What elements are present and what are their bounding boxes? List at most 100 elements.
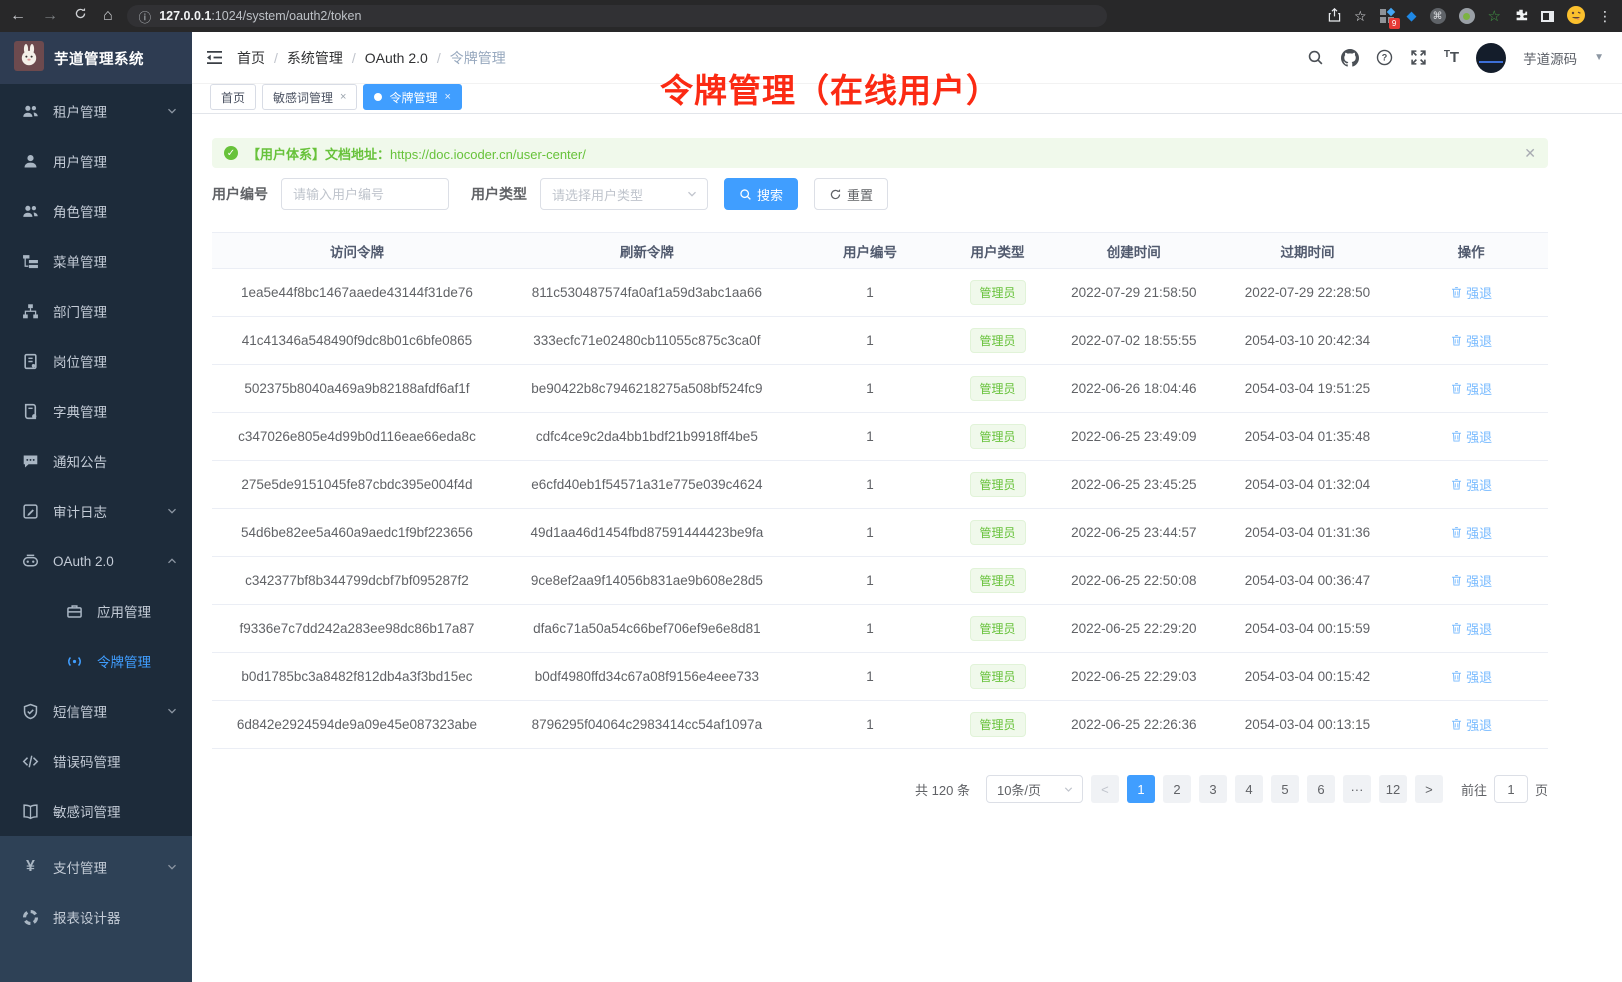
page-button-2[interactable]: 2 [1163, 775, 1191, 803]
sidebar-item-label: 通知公告 [53, 451, 107, 471]
sidebar-item-menu-tree[interactable]: 菜单管理 [0, 236, 192, 286]
sidebar-item-dict[interactable]: 字典管理 [0, 386, 192, 436]
sidebar-item-user[interactable]: 用户管理 [0, 136, 192, 186]
menu-kebab-icon[interactable]: ⋮ [1598, 8, 1612, 25]
extension-grid-icon[interactable]: 9 [1380, 9, 1394, 23]
sidebar-item-oauth[interactable]: OAuth 2.0 [0, 536, 192, 586]
fullscreen-icon[interactable] [1410, 49, 1427, 66]
alert-link[interactable]: https://doc.iocoder.cn/user-center/ [390, 147, 586, 162]
search-button[interactable]: 搜索 [724, 178, 798, 210]
force-logout-button[interactable]: 强退 [1450, 283, 1492, 302]
sidebar-item-sensitive[interactable]: 敏感词管理 [0, 786, 192, 836]
sidebar-item-dept[interactable]: 部门管理 [0, 286, 192, 336]
sidebar-item-tenant[interactable]: 租户管理 [0, 86, 192, 136]
oauth-icon [22, 553, 39, 570]
breadcrumb-item[interactable]: 系统管理 [287, 48, 343, 68]
user-id-input[interactable] [281, 178, 449, 210]
sidebar-item-audit[interactable]: 审计日志 [0, 486, 192, 536]
sidebar-item-notice[interactable]: 通知公告 [0, 436, 192, 486]
page-size-select[interactable]: 10条/页 [986, 775, 1083, 803]
caret-down-icon[interactable]: ▼ [1594, 52, 1604, 63]
user-type-badge: 管理员 [970, 328, 1026, 353]
bookmark-star-icon[interactable]: ☆ [1354, 8, 1367, 25]
extension-recorder-icon[interactable] [1459, 8, 1475, 24]
force-logout-button[interactable]: 强退 [1450, 331, 1492, 350]
user-type-cell: 管理员 [948, 413, 1047, 461]
sidebar-item-pay[interactable]: ¥支付管理 [0, 842, 192, 892]
tab-close-icon[interactable]: × [340, 91, 346, 103]
sidebar-item-post[interactable]: 岗位管理 [0, 336, 192, 386]
sidebar-item-app[interactable]: 应用管理 [0, 586, 192, 636]
page-button-4[interactable]: 4 [1235, 775, 1263, 803]
tab[interactable]: 首页 [210, 84, 256, 110]
refresh-token-cell: cdfc4ce9c2da4bb1bdf21b9918ff4be5 [502, 413, 792, 461]
search-icon[interactable] [1307, 49, 1324, 66]
sidebar-item-sms[interactable]: 短信管理 [0, 686, 192, 736]
page-ellipsis[interactable]: ··· [1343, 775, 1371, 803]
force-logout-button[interactable]: 强退 [1450, 523, 1492, 542]
breadcrumb-item[interactable]: OAuth 2.0 [365, 50, 428, 66]
page-button-6[interactable]: 6 [1307, 775, 1335, 803]
breadcrumb-item[interactable]: 首页 [237, 48, 265, 68]
prev-page-button[interactable]: < [1091, 775, 1119, 803]
alert-close-icon[interactable]: ✕ [1524, 145, 1536, 162]
force-logout-button[interactable]: 强退 [1450, 475, 1492, 494]
breadcrumb: 首页/系统管理/OAuth 2.0/令牌管理 [237, 48, 506, 68]
site-info-icon[interactable]: ⓘ [139, 7, 152, 26]
sidebar-item-report[interactable]: 报表设计器 [0, 892, 192, 942]
extension-star-icon[interactable]: ☆ [1488, 7, 1501, 25]
action-cell: 强退 [1394, 701, 1548, 749]
back-icon[interactable]: ← [10, 7, 26, 25]
help-icon[interactable]: ? [1376, 49, 1393, 66]
force-logout-button[interactable]: 强退 [1450, 427, 1492, 446]
forward-icon[interactable]: → [42, 7, 58, 25]
reload-icon[interactable] [74, 7, 87, 25]
user-id-cell: 1 [792, 269, 948, 317]
chevron-up-icon [166, 555, 178, 567]
share-icon[interactable] [1328, 8, 1341, 25]
page-button-12[interactable]: 12 [1379, 775, 1407, 803]
github-icon[interactable] [1341, 49, 1359, 67]
total-count: 共 120 条 [915, 780, 970, 799]
app-logo-avatar [14, 41, 44, 76]
create-time-cell: 2022-06-25 23:45:25 [1047, 461, 1221, 509]
force-logout-button[interactable]: 强退 [1450, 667, 1492, 686]
tab-close-icon[interactable]: × [444, 91, 450, 103]
extensions-puzzle-icon[interactable] [1514, 8, 1528, 25]
page-button-1[interactable]: 1 [1127, 775, 1155, 803]
user-icon [22, 153, 39, 170]
home-icon[interactable]: ⌂ [103, 7, 113, 25]
sidebar-item-token[interactable]: 令牌管理 [0, 636, 192, 686]
table-header-row: 访问令牌刷新令牌用户编号用户类型创建时间过期时间操作 [212, 233, 1548, 269]
tab[interactable]: 敏感词管理× [262, 84, 357, 110]
next-page-button[interactable]: > [1415, 775, 1443, 803]
breadcrumb-item: 令牌管理 [450, 48, 506, 68]
tab[interactable]: 令牌管理× [363, 84, 461, 110]
address-bar[interactable]: ⓘ 127.0.0.1:1024/system/oauth2/token [127, 5, 1107, 27]
extension-gem-icon[interactable]: ◆ [1407, 8, 1417, 24]
action-cell: 强退 [1394, 653, 1548, 701]
page-button-3[interactable]: 3 [1199, 775, 1227, 803]
sidebar-item-label: 错误码管理 [53, 751, 121, 771]
sidebar-item-errcode[interactable]: 错误码管理 [0, 736, 192, 786]
user-type-select[interactable]: 请选择用户类型 [540, 178, 708, 210]
reset-button[interactable]: 重置 [814, 178, 888, 210]
profile-avatar-icon[interactable] [1567, 6, 1585, 27]
sidebar-item-role[interactable]: 角色管理 [0, 186, 192, 236]
force-logout-button[interactable]: 强退 [1450, 571, 1492, 590]
sidebar-menu: 租户管理用户管理角色管理菜单管理部门管理岗位管理字典管理通知公告审计日志OAut… [0, 84, 192, 836]
force-logout-button[interactable]: 强退 [1450, 715, 1492, 734]
extension-command-icon[interactable]: ⌘ [1430, 8, 1446, 24]
goto-page-input[interactable] [1494, 775, 1528, 803]
font-size-icon[interactable]: TT [1444, 49, 1459, 66]
force-logout-button[interactable]: 强退 [1450, 619, 1492, 638]
refresh-token-cell: e6cfd40eb1f54571a31e775e039c4624 [502, 461, 792, 509]
page-button-5[interactable]: 5 [1271, 775, 1299, 803]
side-panel-icon[interactable] [1541, 11, 1554, 22]
dict-icon [22, 403, 39, 420]
user-type-badge: 管理员 [970, 280, 1026, 305]
force-logout-button[interactable]: 强退 [1450, 379, 1492, 398]
collapse-sidebar-icon[interactable] [206, 50, 223, 65]
user-avatar[interactable] [1476, 43, 1506, 73]
sidebar-item-label: 支付管理 [53, 857, 107, 877]
